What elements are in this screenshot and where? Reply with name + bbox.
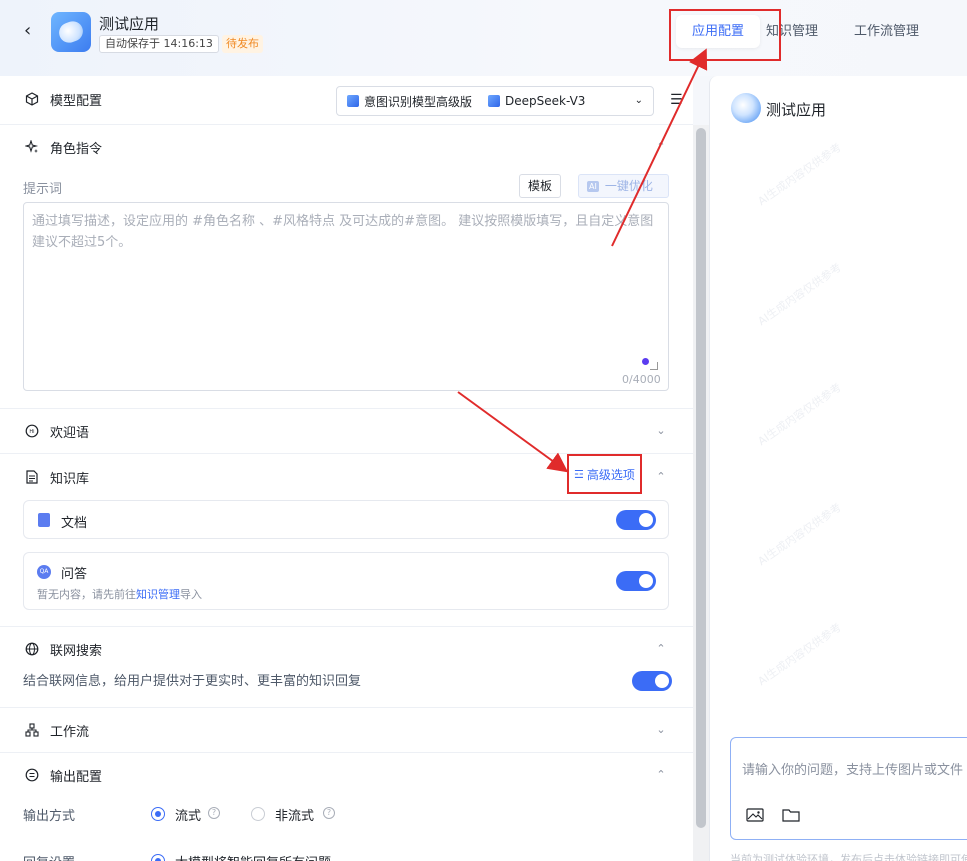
app-header: ‹ 测试应用 自动保存于 14:16:13 待发布 应用配置 知识管理 工作流管…: [0, 0, 967, 76]
knowledge-title: 知识库: [50, 471, 90, 487]
radio-stream[interactable]: [151, 807, 165, 821]
config-panel: 模型配置 意图识别模型高级版 DeepSeek-V3 ⌄ ☰ 角色指令 ⌃ 提示…: [0, 76, 693, 861]
chevron-up-icon[interactable]: ⌃: [655, 141, 667, 153]
ai-optimize-button[interactable]: AI 一键优化: [578, 174, 669, 198]
radio-nonstream[interactable]: [251, 807, 265, 821]
list-menu-icon[interactable]: ☰: [670, 92, 683, 108]
web-search-title: 联网搜索: [50, 643, 103, 659]
preview-app-title: 测试应用: [766, 101, 827, 119]
watermark: AI生成内容仅供参考: [755, 620, 844, 689]
knowledge-qa-card: QA 问答 暂无内容，请先前往知识管理导入: [23, 552, 669, 610]
qa-icon: QA: [37, 565, 51, 579]
preview-footer-note: 当前为测试体验环境，发布后点击体验链接即可使用: [730, 853, 967, 861]
llm-model-value: DeepSeek-V3: [505, 94, 586, 108]
output-config-header[interactable]: 输出配置 ⌃: [0, 752, 693, 798]
svg-text:Hi: Hi: [29, 429, 34, 435]
chevron-up-icon[interactable]: ⌃: [655, 769, 667, 781]
radio-reply-all[interactable]: [151, 854, 165, 861]
chevron-up-icon[interactable]: ⌃: [655, 471, 667, 483]
welcome-header[interactable]: Hi 欢迎语 ⌄: [0, 408, 693, 454]
chat-input-placeholder: 请输入你的问题，支持上传图片或文件: [742, 763, 964, 778]
ai-badge-icon: AI: [587, 181, 599, 192]
model-cube-icon: [347, 95, 359, 107]
output-config-title: 输出配置: [50, 769, 103, 785]
scrollbar-thumb[interactable]: [696, 128, 706, 828]
image-upload-icon[interactable]: [746, 807, 764, 823]
radio-reply-all-label: 大模型将智能回复所有问题: [175, 852, 331, 861]
workflow-title: 工作流: [50, 724, 90, 740]
sparkle-icon: [24, 139, 40, 155]
annotation-box-tab: [669, 9, 781, 61]
app-title: 测试应用: [99, 15, 160, 33]
help-icon[interactable]: ?: [208, 807, 220, 819]
prompt-placeholder: 通过填写描述，设定应用的 #角色名称 、#风格特点 及可达成的#意图。 建议按照…: [32, 214, 654, 250]
preview-app-logo: [731, 93, 761, 123]
watermark: AI生成内容仅供参考: [755, 500, 844, 569]
web-search-toggle[interactable]: [632, 671, 672, 691]
workflow-icon: [24, 722, 40, 738]
model-select[interactable]: 意图识别模型高级版 DeepSeek-V3 ⌄: [336, 86, 654, 116]
chevron-up-icon[interactable]: ⌃: [655, 643, 667, 655]
file-icon: [38, 513, 50, 527]
qa-label: 问答: [61, 567, 88, 582]
web-search-header[interactable]: 联网搜索 ⌃: [0, 626, 693, 672]
resize-handle-icon[interactable]: [650, 362, 658, 370]
help-icon[interactable]: ?: [323, 807, 335, 819]
autosave-status: 自动保存于 14:16:13: [99, 35, 219, 53]
assistant-dot-icon: [642, 358, 649, 365]
preview-panel: 测试应用 AI生成内容仅供参考 AI生成内容仅供参考 AI生成内容仅供参考 AI…: [709, 76, 967, 861]
advanced-options-label: 高级选项: [586, 467, 635, 482]
output-icon: [24, 767, 40, 783]
prompt-textarea[interactable]: 通过填写描述，设定应用的 #角色名称 、#风格特点 及可达成的#意图。 建议按照…: [23, 202, 669, 391]
advanced-options-button[interactable]: ☲ 高级选项: [567, 454, 642, 494]
chevron-down-icon[interactable]: ⌄: [655, 425, 667, 437]
char-counter: 0/4000: [622, 373, 661, 386]
watermark: AI生成内容仅供参考: [755, 260, 844, 329]
model-cube-icon: [488, 95, 501, 107]
chevron-down-icon: ⌄: [634, 95, 643, 106]
doc-toggle[interactable]: [616, 510, 656, 530]
welcome-title: 欢迎语: [50, 425, 90, 441]
watermark: AI生成内容仅供参考: [755, 380, 844, 449]
chevron-down-icon[interactable]: ⌄: [655, 724, 667, 736]
reply-setting-label: 回复设置: [23, 852, 75, 861]
workflow-header[interactable]: 工作流 ⌄: [0, 707, 693, 753]
folder-upload-icon[interactable]: [782, 807, 800, 823]
greeting-icon: Hi: [24, 423, 40, 439]
model-config-title: 模型配置: [50, 93, 103, 109]
watermark: AI生成内容仅供参考: [755, 140, 844, 209]
prompt-label: 提示词: [23, 182, 63, 197]
radio-nonstream-label: 非流式: [275, 809, 315, 824]
globe-icon: [24, 641, 40, 657]
chat-input-box[interactable]: 请输入你的问题，支持上传图片或文件: [730, 737, 967, 840]
back-chevron-icon[interactable]: ‹: [24, 22, 42, 40]
app-logo: [51, 12, 91, 52]
qa-hint: 暂无内容，请先前往知识管理导入: [37, 588, 202, 601]
knowledge-doc-card: 文档: [23, 500, 669, 539]
document-icon: [24, 469, 40, 485]
tab-workflow-management[interactable]: 工作流管理: [838, 15, 935, 48]
cube-icon: [24, 91, 40, 107]
sliders-icon: ☲: [574, 467, 584, 481]
status-badge: 待发布: [222, 35, 263, 53]
radio-stream-label: 流式: [175, 809, 202, 824]
output-mode-label: 输出方式: [23, 809, 76, 824]
role-instruction-header[interactable]: 角色指令 ⌃: [0, 124, 693, 170]
web-search-desc: 结合联网信息，给用户提供对于更实时、更丰富的知识回复: [23, 674, 362, 689]
knowledge-management-link[interactable]: 知识管理: [136, 588, 180, 601]
qa-toggle[interactable]: [616, 571, 656, 591]
template-button[interactable]: 模板: [519, 174, 562, 198]
ai-optimize-label: 一键优化: [604, 179, 653, 193]
doc-label: 文档: [61, 516, 88, 531]
intent-model-value: 意图识别模型高级版: [364, 94, 473, 109]
role-instruction-title: 角色指令: [50, 141, 103, 157]
